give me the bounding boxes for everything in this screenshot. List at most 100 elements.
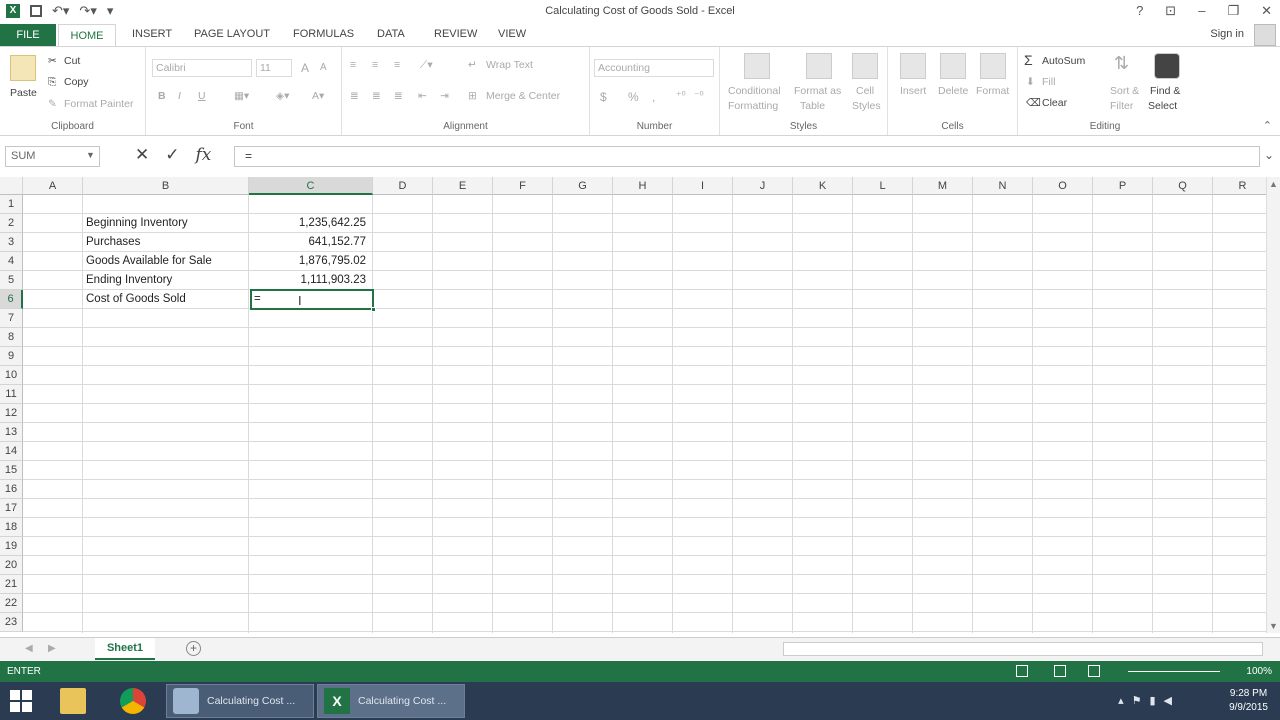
format-painter-button[interactable]: Format Painter (64, 98, 133, 110)
conditional-formatting-button-2[interactable]: Formatting (728, 100, 778, 112)
enter-icon[interactable]: ✓ (165, 145, 179, 165)
cell-c3[interactable]: 641,152.77 (252, 233, 366, 252)
cancel-icon[interactable]: ✕ (135, 145, 149, 165)
cell-c2[interactable]: 1,235,642.25 (252, 214, 366, 233)
paste-icon[interactable] (10, 55, 36, 81)
row-header-9[interactable]: 9 (0, 347, 23, 366)
column-header-k[interactable]: K (793, 177, 853, 195)
fill-icon[interactable]: ⬇ (1026, 76, 1035, 88)
copy-button[interactable]: Copy (64, 76, 89, 88)
format-as-table-icon[interactable] (806, 53, 832, 79)
delete-cells-button[interactable]: Delete (938, 85, 968, 97)
close-icon[interactable]: ✕ (1261, 3, 1272, 19)
help-icon[interactable]: ? (1136, 3, 1143, 19)
expand-formula-bar-icon[interactable]: ⌄ (1264, 148, 1274, 162)
tab-insert[interactable]: INSERT (132, 28, 172, 40)
file-explorer-icon[interactable] (60, 684, 94, 718)
sort-filter-button[interactable]: Sort & (1110, 85, 1139, 97)
font-size-select[interactable]: 11 (256, 59, 292, 77)
column-header-r[interactable]: R (1213, 177, 1266, 195)
ribbon-display-icon[interactable]: ⊡ (1165, 3, 1176, 19)
grow-font-button[interactable]: A (301, 61, 309, 75)
merge-center-button[interactable]: Merge & Center (486, 90, 560, 102)
cell-styles-button[interactable]: Cell (856, 85, 874, 97)
delete-cells-icon[interactable] (940, 53, 966, 79)
minimize-icon[interactable]: – (1198, 3, 1205, 19)
tab-view[interactable]: VIEW (498, 28, 526, 40)
row-header-20[interactable]: 20 (0, 556, 23, 575)
clear-button[interactable]: Clear (1042, 97, 1067, 109)
avatar[interactable] (1254, 24, 1276, 46)
cell-styles-button-2[interactable]: Styles (852, 100, 881, 112)
row-header-14[interactable]: 14 (0, 442, 23, 461)
collapse-ribbon-icon[interactable]: ⌃ (1263, 119, 1272, 132)
italic-button[interactable]: I (178, 90, 181, 102)
vertical-scrollbar[interactable]: ▲ ▼ (1266, 177, 1280, 633)
fill-button[interactable]: Fill (1042, 76, 1055, 88)
insert-cells-icon[interactable] (900, 53, 926, 79)
copy-icon[interactable]: ⎘ (48, 76, 56, 89)
cell-b5[interactable]: Ending Inventory (86, 271, 172, 290)
sign-in-link[interactable]: Sign in (1210, 28, 1244, 40)
column-header-e[interactable]: E (433, 177, 493, 195)
font-name-select[interactable]: Calibri (152, 59, 252, 77)
row-header-4[interactable]: 4 (0, 252, 23, 271)
row-header-22[interactable]: 22 (0, 594, 23, 613)
underline-button[interactable]: U (198, 90, 206, 102)
page-layout-view-icon[interactable] (1054, 665, 1066, 677)
align-left-icon[interactable]: ≣ (350, 90, 359, 102)
align-right-icon[interactable]: ≣ (394, 90, 403, 102)
format-cells-button[interactable]: Format (976, 85, 1009, 97)
system-tray-icons[interactable]: ▴⚑▮◀ (1118, 694, 1180, 707)
autosum-icon[interactable]: Σ (1024, 52, 1033, 68)
name-box-dropdown-icon[interactable]: ▼ (86, 150, 95, 160)
row-header-3[interactable]: 3 (0, 233, 23, 252)
cell-b6[interactable]: Cost of Goods Sold (86, 290, 186, 309)
column-header-p[interactable]: P (1093, 177, 1153, 195)
paste-button[interactable]: Paste (10, 87, 37, 99)
taskbar-app-excel[interactable]: X Calculating Cost ... (317, 684, 465, 718)
insert-cells-button[interactable]: Insert (900, 85, 926, 97)
comma-button[interactable]: , (652, 90, 655, 104)
column-header-d[interactable]: D (373, 177, 433, 195)
column-header-a[interactable]: A (23, 177, 83, 195)
middle-align-icon[interactable]: ≡ (372, 59, 378, 71)
percent-button[interactable]: % (628, 90, 639, 104)
font-color-icon[interactable]: A▾ (312, 90, 324, 102)
merge-center-icon[interactable]: ⊞ (468, 90, 477, 102)
format-cells-icon[interactable] (980, 53, 1006, 79)
cell-b2[interactable]: Beginning Inventory (86, 214, 188, 233)
scroll-down-icon[interactable]: ▼ (1269, 621, 1278, 631)
format-as-table-button-2[interactable]: Table (800, 100, 825, 112)
conditional-formatting-icon[interactable] (744, 53, 770, 79)
column-header-q[interactable]: Q (1153, 177, 1213, 195)
cell-b4[interactable]: Goods Available for Sale (86, 252, 212, 271)
cell-c4[interactable]: 1,876,795.02 (252, 252, 366, 271)
row-header-19[interactable]: 19 (0, 537, 23, 556)
bold-button[interactable]: B (158, 90, 166, 102)
prev-sheet-icon[interactable]: ◀ (25, 643, 33, 654)
wrap-text-button[interactable]: Wrap Text (486, 59, 533, 71)
row-header-8[interactable]: 8 (0, 328, 23, 347)
autosum-button[interactable]: AutoSum (1042, 55, 1085, 67)
cell-c6[interactable]: = (254, 290, 261, 309)
currency-button[interactable]: $ (600, 90, 607, 104)
row-header-10[interactable]: 10 (0, 366, 23, 385)
formula-input[interactable]: = (234, 146, 1260, 167)
column-header-n[interactable]: N (973, 177, 1033, 195)
column-header-o[interactable]: O (1033, 177, 1093, 195)
row-header-6[interactable]: 6 (0, 290, 23, 309)
row-header-12[interactable]: 12 (0, 404, 23, 423)
tab-formulas[interactable]: FORMULAS (293, 28, 354, 40)
column-header-f[interactable]: F (493, 177, 553, 195)
fill-handle[interactable] (371, 307, 376, 312)
page-break-view-icon[interactable] (1088, 665, 1100, 677)
row-header-23[interactable]: 23 (0, 613, 23, 632)
zoom-slider[interactable] (1128, 671, 1220, 672)
tab-home[interactable]: HOME (58, 24, 116, 47)
cell-styles-icon[interactable] (852, 53, 878, 79)
row-header-21[interactable]: 21 (0, 575, 23, 594)
top-align-icon[interactable]: ≡ (350, 59, 356, 71)
column-header-m[interactable]: M (913, 177, 973, 195)
fill-color-icon[interactable]: ◈▾ (276, 90, 289, 102)
